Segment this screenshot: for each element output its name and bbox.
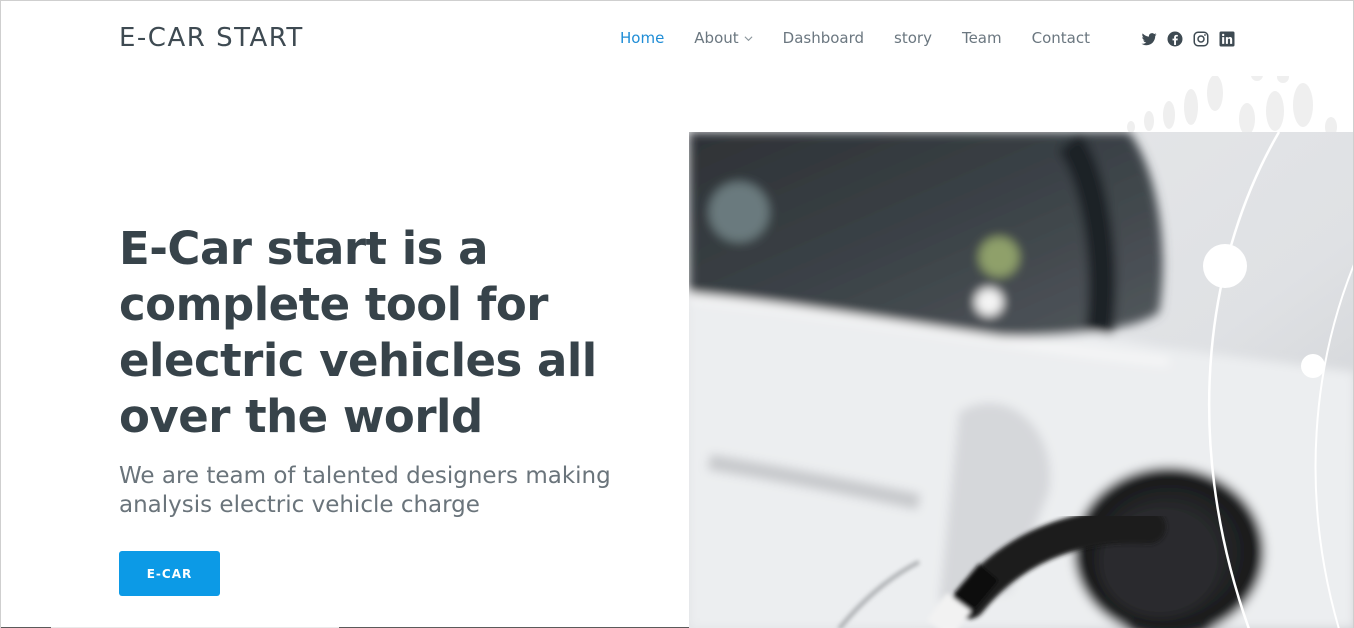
nav-contact[interactable]: Contact xyxy=(1032,29,1090,47)
linkedin-icon[interactable] xyxy=(1218,30,1236,48)
instagram-icon[interactable] xyxy=(1192,30,1210,48)
chevron-down-icon xyxy=(744,35,753,41)
logo[interactable]: E-CAR START xyxy=(119,23,304,53)
nav-home[interactable]: Home xyxy=(620,29,664,47)
nav-home-label: Home xyxy=(620,29,665,47)
nav-dashboard-label: Dashboard xyxy=(782,29,865,47)
hero-image xyxy=(689,132,1353,628)
electric-car-charging-photo xyxy=(689,132,1353,628)
nav-about-label: About xyxy=(694,29,739,47)
hero-title: E-Car start is a complete tool for elect… xyxy=(119,222,597,443)
nav-story-label: story xyxy=(894,29,932,47)
nav-dashboard[interactable]: Dashboard xyxy=(783,29,864,47)
main-nav: Home About Dashboard story Team Contact xyxy=(620,29,1120,47)
twitter-icon[interactable] xyxy=(1140,30,1158,48)
nav-team[interactable]: Team xyxy=(962,29,1002,47)
site-header: E-CAR START Home About Dashboard story T… xyxy=(1,1,1353,76)
nav-about[interactable]: About xyxy=(694,29,753,47)
nav-story[interactable]: story xyxy=(894,29,932,47)
e-car-button[interactable]: E-CAR xyxy=(119,551,220,596)
facebook-icon[interactable] xyxy=(1166,30,1184,48)
social-links xyxy=(1140,30,1236,48)
hero-subtitle: We are team of talented designers making… xyxy=(119,463,611,518)
decorative-dots xyxy=(1127,71,1337,135)
page: E-CAR START Home About Dashboard story T… xyxy=(0,0,1354,628)
nav-team-label: Team xyxy=(961,29,1002,47)
nav-contact-label: Contact xyxy=(1031,29,1090,47)
